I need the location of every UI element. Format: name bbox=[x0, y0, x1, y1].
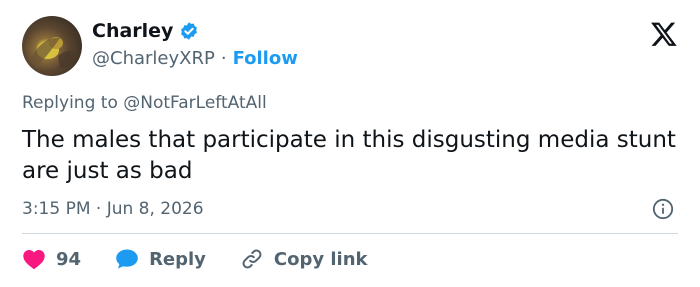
tweet-card: Charley @CharleyXRP · Follow Replying to… bbox=[0, 0, 700, 287]
author-name[interactable]: Charley bbox=[92, 20, 173, 42]
author-avatar[interactable] bbox=[22, 16, 82, 76]
reply-label: Reply bbox=[149, 248, 206, 270]
replying-to-line: Replying to @NotFarLeftAtAll bbox=[22, 93, 267, 113]
like-count: 94 bbox=[56, 248, 82, 270]
replying-to-mention[interactable]: @NotFarLeftAtAll bbox=[123, 93, 266, 113]
tweet-text: The males that participate in this disgu… bbox=[22, 127, 676, 184]
copy-link-label: Copy link bbox=[273, 248, 368, 270]
like-button[interactable]: 94 bbox=[22, 248, 81, 270]
x-logo-icon[interactable] bbox=[650, 20, 678, 48]
reply-button[interactable]: Reply bbox=[115, 248, 206, 270]
action-bar: 94 Reply Copy link bbox=[22, 247, 402, 271]
verified-badge-icon bbox=[181, 22, 198, 40]
tweet-timestamp[interactable]: 3:15 PM · Jun 8, 2026 bbox=[22, 199, 204, 219]
heart-icon bbox=[23, 250, 45, 270]
handle-separator: · bbox=[220, 48, 227, 69]
author-handle-row: @CharleyXRP · Follow bbox=[92, 48, 298, 69]
author-handle[interactable]: @CharleyXRP bbox=[92, 48, 215, 69]
speech-bubble-icon bbox=[116, 249, 138, 269]
link-icon bbox=[242, 249, 262, 269]
copy-link-button[interactable]: Copy link bbox=[240, 247, 368, 271]
divider bbox=[22, 233, 678, 234]
author-name-row: Charley bbox=[92, 20, 199, 42]
follow-button[interactable]: Follow bbox=[233, 48, 298, 69]
info-icon[interactable] bbox=[652, 198, 674, 220]
replying-prefix: Replying to bbox=[22, 93, 118, 113]
